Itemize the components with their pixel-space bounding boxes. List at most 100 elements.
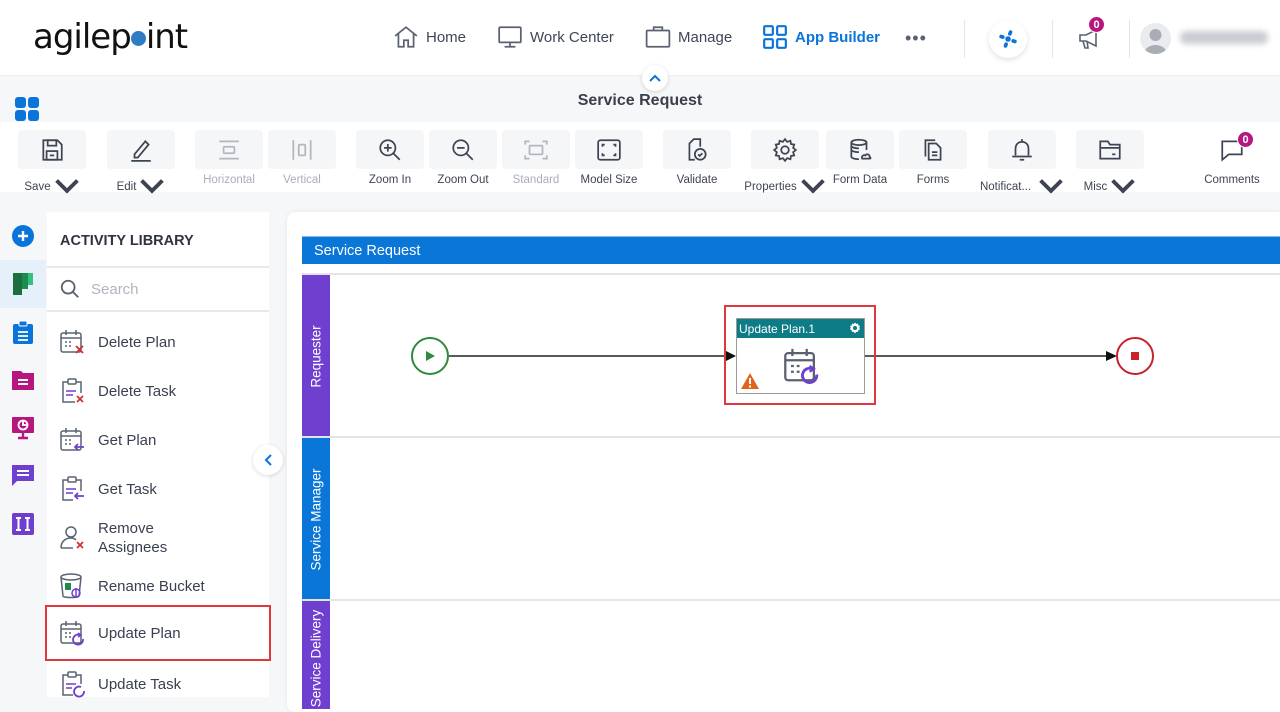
notifications-button[interactable]: Notificat...: [980, 130, 1063, 200]
divider: [1052, 20, 1053, 58]
bell-icon: [1012, 138, 1032, 161]
left-icon-rail: [0, 212, 46, 548]
zoom-in-button[interactable]: Zoom In: [356, 130, 424, 186]
save-button[interactable]: Save: [18, 130, 86, 200]
end-event[interactable]: [1116, 337, 1154, 375]
form-data-button[interactable]: Form Data: [826, 130, 894, 186]
rail-tasks[interactable]: [0, 308, 46, 356]
pool-header[interactable]: Service Request: [302, 236, 1280, 264]
nav-manage[interactable]: Manage: [645, 24, 732, 50]
library-item-get-plan[interactable]: Get Plan: [47, 425, 269, 455]
ai-assistant-button[interactable]: [989, 20, 1027, 58]
vertical-button[interactable]: Vertical: [268, 130, 336, 186]
more-menu-button[interactable]: •••: [905, 28, 927, 49]
activity-library-panel: ACTIVITY LIBRARY Delete Plan Delete Task…: [45, 212, 271, 699]
nav-app-builder[interactable]: App Builder: [762, 24, 880, 50]
grid-icon: [763, 25, 787, 49]
clipboard-delete-icon: [62, 378, 84, 403]
swimlane-service-manager[interactable]: Service Manager: [302, 436, 1280, 601]
library-search: [47, 268, 269, 312]
pencil-icon: [131, 139, 151, 162]
chat-icon: [12, 465, 34, 486]
fit-screen-icon: [597, 138, 621, 161]
library-search-input[interactable]: [91, 280, 251, 298]
rail-chat[interactable]: [0, 452, 46, 500]
zoom-out-button[interactable]: Zoom Out: [429, 130, 497, 186]
folder-document-icon: [12, 371, 34, 390]
page-title: Service Request: [577, 92, 703, 109]
library-item-delete-task[interactable]: Delete Task: [47, 376, 269, 406]
library-item-update-plan[interactable]: Update Plan: [45, 605, 271, 661]
warning-icon[interactable]: [741, 373, 759, 389]
presentation-chart-icon: [12, 417, 34, 440]
library-item-update-task[interactable]: Update Task: [47, 669, 269, 699]
zoom-in-icon: [379, 138, 401, 160]
rail-analytics[interactable]: [0, 404, 46, 452]
collapse-header-button[interactable]: [642, 65, 668, 91]
comments-button[interactable]: 0 Comments: [1198, 130, 1266, 186]
microsoft-planner-icon: [13, 273, 33, 295]
forms-button[interactable]: Forms: [899, 130, 967, 186]
database-icon: [850, 138, 872, 160]
lane-label[interactable]: Service Manager: [302, 438, 330, 601]
library-item-delete-plan[interactable]: Delete Plan: [47, 327, 269, 357]
activity-header: Update Plan.1: [737, 319, 864, 338]
user-remove-icon: [60, 526, 84, 549]
library-item-rename-bucket[interactable]: Rename Bucket: [47, 571, 269, 601]
rail-text-field[interactable]: [0, 500, 46, 548]
home-icon: [394, 26, 418, 48]
clipboard-update-icon: [62, 671, 85, 698]
announcements-button[interactable]: 0: [1077, 16, 1105, 56]
user-avatar[interactable]: [1140, 23, 1171, 54]
plus-circle-icon: [12, 225, 34, 247]
lane-label[interactable]: Requester: [302, 275, 330, 438]
horizontal-button[interactable]: Horizontal: [195, 130, 263, 186]
edit-button[interactable]: Edit: [107, 130, 175, 200]
save-icon: [42, 138, 63, 161]
comments-count-badge: 0: [1237, 131, 1254, 148]
library-item-get-task[interactable]: Get Task: [47, 474, 269, 504]
start-event[interactable]: [411, 337, 449, 375]
toolbar: Save Edit Horizontal Vertical Zoom In Zo…: [0, 122, 1280, 194]
pinwheel-icon: [999, 30, 1017, 48]
validate-button[interactable]: Validate: [663, 130, 731, 186]
top-bar: agilep int Home Work Center Manage App Bu…: [0, 0, 1280, 76]
notification-count-badge: 0: [1088, 16, 1105, 33]
rail-add-button[interactable]: [0, 212, 46, 260]
swimlane-service-delivery[interactable]: Service Delivery: [302, 599, 1280, 709]
rail-documents[interactable]: [0, 356, 46, 404]
activity-update-plan[interactable]: Update Plan.1: [736, 318, 865, 394]
chevron-down-icon: [54, 179, 79, 194]
collapse-library-button[interactable]: [253, 445, 283, 475]
standard-size-icon: [524, 139, 548, 160]
calendar-update-icon: [784, 348, 819, 384]
forms-icon: [924, 138, 942, 161]
calendar-update-icon: [60, 621, 84, 646]
validate-icon: [688, 137, 707, 161]
search-icon: [60, 279, 79, 298]
library-item-remove-assignees[interactable]: Remove Assignees: [47, 518, 269, 558]
chevron-down-icon: [1039, 179, 1063, 194]
calendar-delete-icon: [60, 330, 84, 354]
nav-home[interactable]: Home: [393, 24, 466, 50]
gear-icon: [772, 137, 798, 162]
lane-label[interactable]: Service Delivery: [302, 601, 330, 709]
bucket-rename-icon: [60, 573, 82, 599]
play-icon: [426, 351, 435, 361]
nav-work-center[interactable]: Work Center: [497, 24, 614, 50]
rail-planner[interactable]: [0, 260, 46, 308]
clipboard-get-icon: [62, 476, 84, 501]
activity-settings-icon[interactable]: [849, 322, 861, 334]
clipboard-icon: [13, 320, 33, 344]
folder-icon: [1099, 139, 1121, 160]
agilepoint-logo[interactable]: agilep int: [33, 17, 188, 57]
user-name-blurred[interactable]: [1180, 31, 1268, 44]
properties-button[interactable]: Properties: [744, 130, 825, 200]
align-horizontal-icon: [219, 139, 239, 160]
activity-library-title: ACTIVITY LIBRARY: [47, 212, 269, 268]
model-size-button[interactable]: Model Size: [575, 130, 643, 186]
standard-button[interactable]: Standard: [502, 130, 570, 186]
divider: [1129, 20, 1130, 58]
align-vertical-icon: [292, 139, 312, 160]
misc-button[interactable]: Misc: [1076, 130, 1144, 200]
